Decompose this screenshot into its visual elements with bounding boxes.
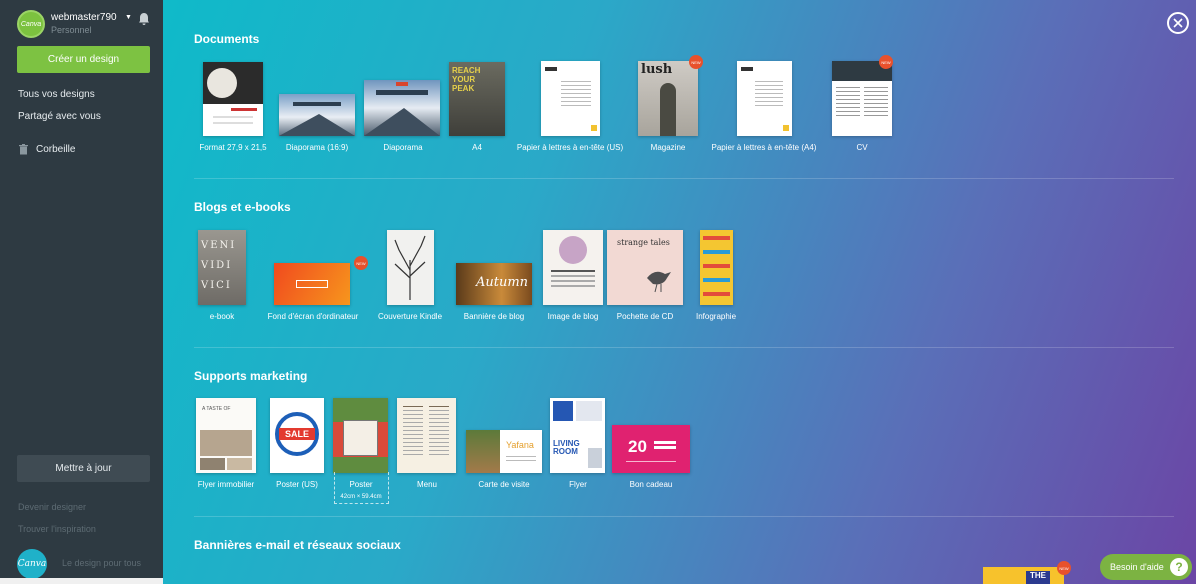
thumb-text: THE: [1026, 571, 1050, 584]
section-title-blogs: Blogs et e-books: [194, 200, 291, 214]
template-picker: Documents Format 27,9 x 21,5 Diaporama (…: [163, 0, 1196, 584]
template-card-gift-voucher[interactable]: 20: [612, 425, 690, 473]
become-designer-link[interactable]: Devenir designer: [18, 502, 86, 512]
thumb-text: REACH YOUR PEAK: [452, 66, 481, 93]
template-card-blog-banner[interactable]: Autumn: [456, 263, 532, 305]
template-label: Bon cadeau: [629, 480, 673, 489]
poster-size-label: 42cm × 59.4cm: [340, 494, 382, 500]
new-badge: NEW: [1057, 561, 1071, 575]
template-card-blog-image[interactable]: [543, 230, 603, 305]
thumb-text: lush: [641, 62, 673, 77]
create-design-button[interactable]: Créer un design: [17, 46, 150, 73]
template-card-cd-cover[interactable]: strange tales: [607, 230, 683, 305]
template-label: Flyer immobilier: [197, 480, 255, 489]
template-label: Image de blog: [547, 312, 599, 321]
template-card-kindle[interactable]: [387, 230, 434, 305]
section-title-marketing: Supports marketing: [194, 369, 308, 383]
template-label: Poster (US): [276, 480, 318, 489]
bird-illustration: [647, 271, 671, 293]
section-divider: [194, 347, 1174, 348]
new-badge: NEW: [879, 55, 893, 69]
nav-trash[interactable]: Corbeille: [19, 144, 75, 155]
bell-icon[interactable]: [138, 12, 150, 26]
user-menu[interactable]: Canva webmaster790 Personnel: [17, 10, 117, 38]
template-card-ebook[interactable]: VENI VIDI VICI: [198, 230, 246, 305]
question-icon: ?: [1170, 558, 1188, 576]
template-label: Format 27,9 x 21,5: [199, 143, 267, 152]
template-label: Menu: [416, 480, 438, 489]
help-button-label: Besoin d'aide: [1110, 562, 1164, 572]
template-label: Magazine: [650, 143, 686, 152]
tree-illustration: [394, 235, 426, 300]
template-card-a4[interactable]: REACH YOUR PEAK: [449, 62, 505, 136]
template-label: Fond d'écran d'ordinateur: [267, 312, 359, 321]
template-label: CV: [856, 143, 868, 152]
new-badge: NEW: [354, 256, 368, 270]
section-divider: [194, 516, 1174, 517]
template-card-letterhead-a4[interactable]: [737, 61, 792, 136]
thumb-text: 20: [628, 437, 647, 456]
username: webmaster790: [51, 12, 117, 23]
upgrade-button[interactable]: Mettre à jour: [17, 455, 150, 482]
template-label: e-book: [209, 312, 235, 321]
chevron-down-icon[interactable]: ▼: [125, 14, 132, 21]
template-label: Papier à lettres à en-tête (US): [516, 143, 624, 152]
tagline: Le design pour tous: [62, 558, 142, 568]
nav-shared-with-you[interactable]: Partagé avec vous: [18, 111, 101, 122]
template-card-flyer[interactable]: LIVING ROOM: [550, 398, 605, 473]
template-card-wallpaper[interactable]: [274, 263, 350, 305]
nav-trash-label: Corbeille: [36, 144, 76, 155]
thumb-text: A TASTE OF: [202, 406, 231, 412]
template-label: A4: [472, 143, 482, 152]
template-card-poster-us[interactable]: SALE: [270, 398, 324, 473]
thumb-text: Yafana: [506, 440, 534, 450]
template-label: Pochette de CD: [616, 312, 674, 321]
sidebar: Canva webmaster790 Personnel ▼ Créer un …: [0, 0, 187, 584]
template-card-business-card[interactable]: Yafana: [466, 430, 542, 473]
thumb-text: SALE: [279, 428, 315, 440]
find-inspiration-link[interactable]: Trouver l'inspiration: [18, 524, 96, 534]
template-label: Flyer: [569, 480, 587, 489]
template-label: Diaporama: [383, 143, 423, 152]
template-card-real-estate-flyer[interactable]: A TASTE OF: [196, 398, 256, 473]
avatar: Canva: [17, 10, 45, 38]
template-card-cv[interactable]: [832, 61, 892, 136]
template-label: Carte de visite: [478, 480, 530, 489]
template-label: Bannière de blog: [463, 312, 525, 321]
status-strip: [0, 578, 187, 584]
template-card-partial[interactable]: THE: [983, 567, 1064, 584]
plan-label: Personnel: [51, 25, 92, 35]
template-label: Papier à lettres à en-tête (A4): [711, 143, 817, 152]
trash-icon: [19, 144, 28, 155]
template-card-magazine[interactable]: lush: [638, 61, 698, 136]
canva-logo[interactable]: Canva: [17, 549, 47, 579]
section-title-documents: Documents: [194, 32, 260, 46]
close-button[interactable]: [1167, 12, 1189, 34]
template-card-letterhead-us[interactable]: [541, 61, 600, 136]
thumb-text: LIVING ROOM: [553, 439, 580, 456]
template-label: Couverture Kindle: [377, 312, 443, 321]
template-card-infographic[interactable]: [700, 230, 733, 305]
section-divider: [194, 178, 1174, 179]
template-card-poster[interactable]: [333, 398, 388, 473]
close-icon: [1173, 18, 1183, 28]
template-card-letter[interactable]: [203, 62, 263, 136]
nav-all-designs[interactable]: Tous vos designs: [18, 89, 95, 100]
template-label: Infographie: [695, 312, 737, 321]
template-card-menu[interactable]: [397, 398, 456, 473]
template-card-slideshow[interactable]: [364, 80, 440, 136]
thumb-text: strange tales: [617, 238, 670, 247]
template-card-slideshow-wide[interactable]: [279, 94, 355, 136]
help-button[interactable]: Besoin d'aide ?: [1100, 554, 1192, 580]
template-label: Diaporama (16:9): [285, 143, 349, 152]
template-label: Poster: [349, 480, 373, 489]
thumb-text: Autumn: [476, 275, 529, 290]
new-badge: NEW: [689, 55, 703, 69]
thumb-text: VENI VIDI VICI: [201, 240, 237, 291]
section-title-social: Bannières e-mail et réseaux sociaux: [194, 538, 401, 552]
